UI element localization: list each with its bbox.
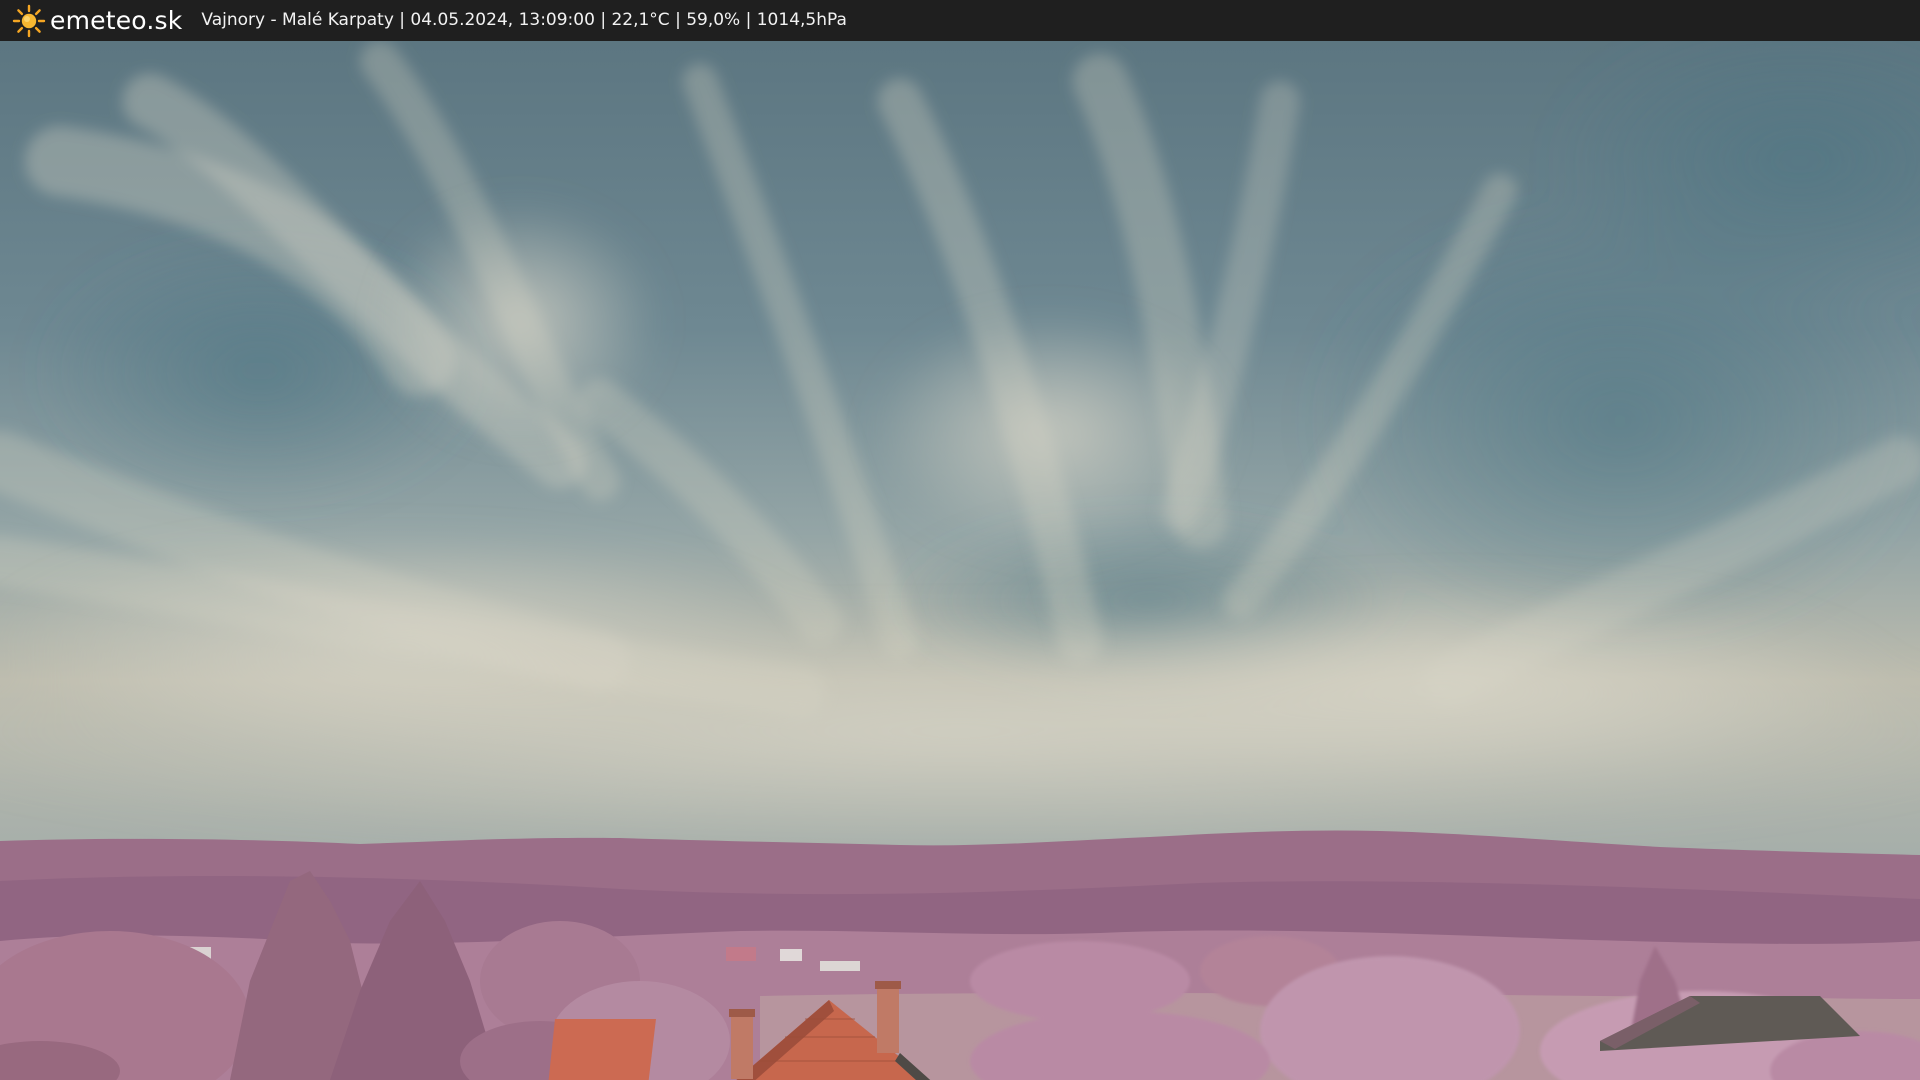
brand-name: emeteo.sk	[50, 6, 183, 35]
webcam-frame: emeteo.sk Vajnory - Malé Karpaty | 04.05…	[0, 0, 1920, 1080]
station-caption: Vajnory - Malé Karpaty | 04.05.2024, 13:…	[201, 10, 847, 30]
webcam-image	[0, 41, 1920, 1080]
top-bar: emeteo.sk Vajnory - Malé Karpaty | 04.05…	[0, 0, 1920, 41]
sun-icon	[12, 4, 46, 37]
house-left	[548, 1019, 656, 1080]
logo[interactable]: emeteo.sk	[12, 0, 182, 41]
